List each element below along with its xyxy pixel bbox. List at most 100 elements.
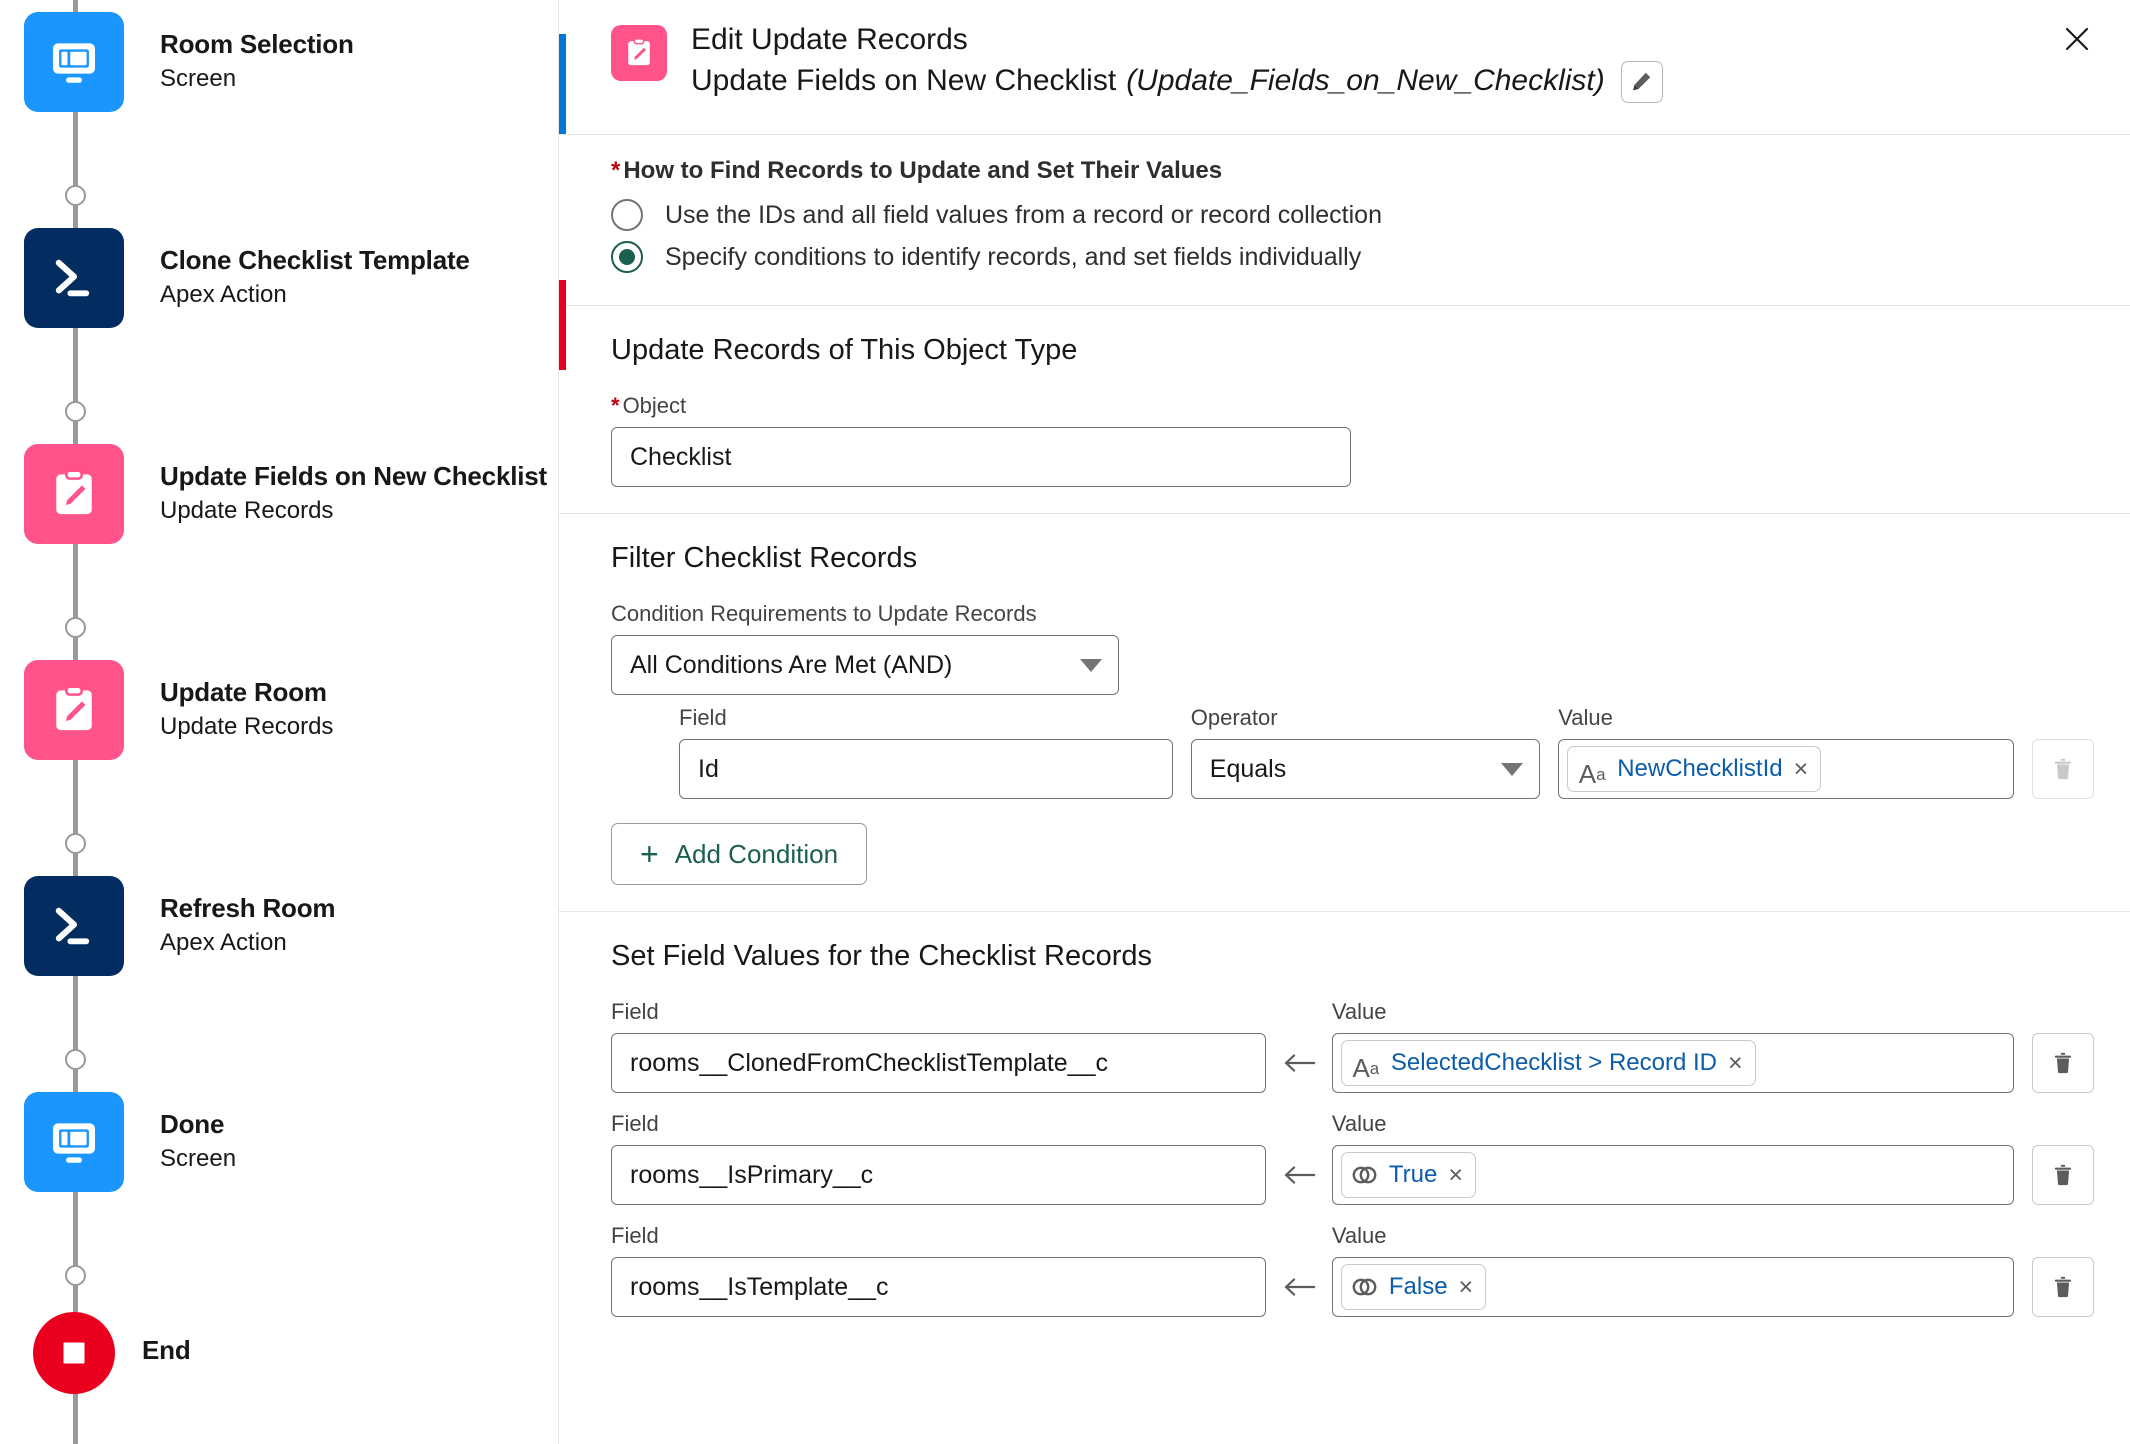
condition-operator-select[interactable]: Equals: [1190, 739, 1541, 799]
condition-field-input[interactable]: Id: [679, 739, 1173, 799]
edit-label-button[interactable]: [1620, 60, 1663, 103]
assignment-field-input[interactable]: rooms__IsTemplate__c: [611, 1257, 1266, 1317]
flow-builder-screen: Room Selection Screen Clone Checklist Te…: [0, 0, 2130, 1444]
assignment-field-label: Field: [611, 1111, 659, 1136]
remove-pill-icon[interactable]: ×: [1792, 756, 1811, 782]
text-variable-icon: Aa: [1352, 1053, 1380, 1083]
value-pill[interactable]: False ×: [1340, 1264, 1487, 1310]
how-to-find-records-section: * How to Find Records to Update and Set T…: [559, 135, 2130, 305]
flow-node-refresh-room[interactable]: Refresh Room Apex Action: [24, 876, 335, 976]
remove-pill-icon[interactable]: ×: [1446, 1162, 1465, 1188]
delete-assignment-button[interactable]: [2032, 1257, 2094, 1317]
add-condition-button[interactable]: + Add Condition: [611, 823, 868, 885]
flow-canvas[interactable]: Room Selection Screen Clone Checklist Te…: [0, 0, 558, 1444]
value-pill[interactable]: True ×: [1340, 1152, 1476, 1198]
remove-pill-icon[interactable]: ×: [1726, 1050, 1745, 1076]
remove-pill-icon[interactable]: ×: [1457, 1274, 1476, 1300]
radio-label: Specify conditions to identify records, …: [665, 242, 1362, 271]
radio-specify-conditions-option[interactable]: Specify conditions to identify records, …: [611, 241, 2094, 273]
flow-node-title: Room Selection: [160, 29, 354, 59]
delete-condition-button[interactable]: [2032, 739, 2094, 799]
delete-assignment-button[interactable]: [2032, 1145, 2094, 1205]
connector-dot[interactable]: [65, 185, 86, 206]
assignment-value-input[interactable]: True ×: [1331, 1145, 2014, 1205]
assignment-field-label: Field: [611, 1223, 659, 1248]
assignment-field-input[interactable]: rooms__IsPrimary__c: [611, 1145, 1266, 1205]
assignment-row: Field rooms__IsPrimary__c Value True ×: [611, 1111, 2094, 1205]
add-condition-label: Add Condition: [674, 838, 839, 869]
condition-row: Field Id Operator Equals Value A a NewCh…: [611, 705, 2094, 799]
condition-requirements-label: Condition Requirements to Update Records: [611, 601, 1037, 626]
condition-operator-label: Operator: [1190, 705, 1278, 730]
section-title: Update Records of This Object Type: [611, 334, 1078, 366]
assignment-row: Field rooms__IsTemplate__c Value False ×: [611, 1223, 2094, 1317]
condition-value-input[interactable]: Aa NewChecklistId ×: [1558, 739, 2014, 799]
assignment-row: Field rooms__ClonedFromChecklistTemplate…: [611, 999, 2094, 1093]
object-input-value: Checklist: [630, 442, 732, 471]
flow-node-clone-checklist-template[interactable]: Clone Checklist Template Apex Action: [24, 228, 470, 328]
connector-dot[interactable]: [65, 1265, 86, 1286]
connector-dot[interactable]: [65, 617, 86, 638]
value-pill[interactable]: Aa SelectedChecklist > Record ID ×: [1340, 1040, 1756, 1086]
flow-node-subtitle: Update Records: [160, 496, 334, 524]
flow-node-update-fields-on-new-checklist[interactable]: Update Fields on New Checklist Update Re…: [24, 444, 547, 544]
flow-node-title: End: [142, 1335, 191, 1365]
flow-node-room-selection[interactable]: Room Selection Screen: [24, 12, 354, 112]
assignment-value-input[interactable]: Aa SelectedChecklist > Record ID ×: [1331, 1033, 2014, 1093]
assignment-value-label: Value: [1331, 1111, 1387, 1136]
object-input[interactable]: Checklist: [611, 427, 1351, 487]
flow-node-update-room[interactable]: Update Room Update Records: [24, 660, 333, 760]
radio-use-ids-option[interactable]: Use the IDs and all field values from a …: [611, 199, 2094, 231]
flow-node-title: Clone Checklist Template: [160, 245, 470, 275]
condition-requirements-value: All Conditions Are Met (AND): [630, 650, 953, 679]
boolean-variable-icon: [1350, 1275, 1380, 1299]
screen-icon: [24, 12, 124, 112]
boolean-variable-icon: [1350, 1163, 1380, 1187]
flow-node-title: Refresh Room: [160, 893, 336, 923]
assignment-field-input[interactable]: rooms__ClonedFromChecklistTemplate__c: [611, 1033, 1266, 1093]
assignment-value-input[interactable]: False ×: [1331, 1257, 2014, 1317]
element-properties-panel: Edit Update Records Update Fields on New…: [558, 0, 2130, 1444]
object-type-section: Update Records of This Object Type * Obje…: [559, 306, 2130, 513]
panel-title: Edit Update Records: [691, 23, 968, 56]
radio-selected-icon: [611, 241, 643, 273]
update-records-icon: [611, 25, 667, 81]
left-arrow-icon: [1266, 1145, 1332, 1205]
delete-assignment-button[interactable]: [2032, 1033, 2094, 1093]
apex-action-icon: [24, 876, 124, 976]
flow-node-done[interactable]: Done Screen: [24, 1092, 236, 1192]
condition-field-value: Id: [698, 754, 719, 783]
value-pill-text: SelectedChecklist > Record ID: [1390, 1049, 1718, 1076]
assignment-field-value: rooms__ClonedFromChecklistTemplate__c: [630, 1048, 1108, 1077]
chevron-down-icon: [1080, 658, 1102, 672]
required-asterisk: *: [611, 393, 620, 418]
flow-node-end[interactable]: End: [24, 1312, 191, 1394]
update-records-icon: [24, 660, 124, 760]
flow-node-subtitle: Screen: [160, 1144, 237, 1172]
end-icon: [33, 1312, 115, 1394]
radio-unselected-icon: [611, 199, 643, 231]
condition-requirements-select[interactable]: All Conditions Are Met (AND): [611, 635, 1119, 695]
connector-dot[interactable]: [65, 401, 86, 422]
left-arrow-icon: [1266, 1257, 1332, 1317]
section-title: Set Field Values for the Checklist Recor…: [611, 940, 1153, 972]
panel-subtitle: Update Fields on New Checklist (Update_F…: [691, 60, 1663, 103]
plus-icon: +: [640, 836, 659, 872]
value-pill[interactable]: Aa NewChecklistId ×: [1567, 746, 1822, 792]
close-icon[interactable]: [2054, 16, 2100, 62]
left-arrow-icon: [1266, 1033, 1332, 1093]
element-api-name: (Update_Fields_on_New_Checklist): [1126, 64, 1605, 98]
screen-icon: [24, 1092, 124, 1192]
assignment-field-value: rooms__IsTemplate__c: [630, 1272, 889, 1301]
panel-header: Edit Update Records Update Fields on New…: [559, 0, 2130, 134]
flow-node-title: Update Fields on New Checklist: [160, 461, 547, 491]
connector-dot[interactable]: [65, 1049, 86, 1070]
assignment-field-label: Field: [611, 999, 659, 1024]
assignment-value-label: Value: [1331, 999, 1387, 1024]
how-to-find-label: * How to Find Records to Update and Set T…: [611, 157, 1223, 184]
connector-dot[interactable]: [65, 833, 86, 854]
flow-node-subtitle: Screen: [160, 64, 237, 92]
assignment-value-label: Value: [1331, 1223, 1387, 1248]
condition-operator-value: Equals: [1209, 754, 1287, 783]
text-variable-icon: Aa: [1578, 759, 1606, 789]
